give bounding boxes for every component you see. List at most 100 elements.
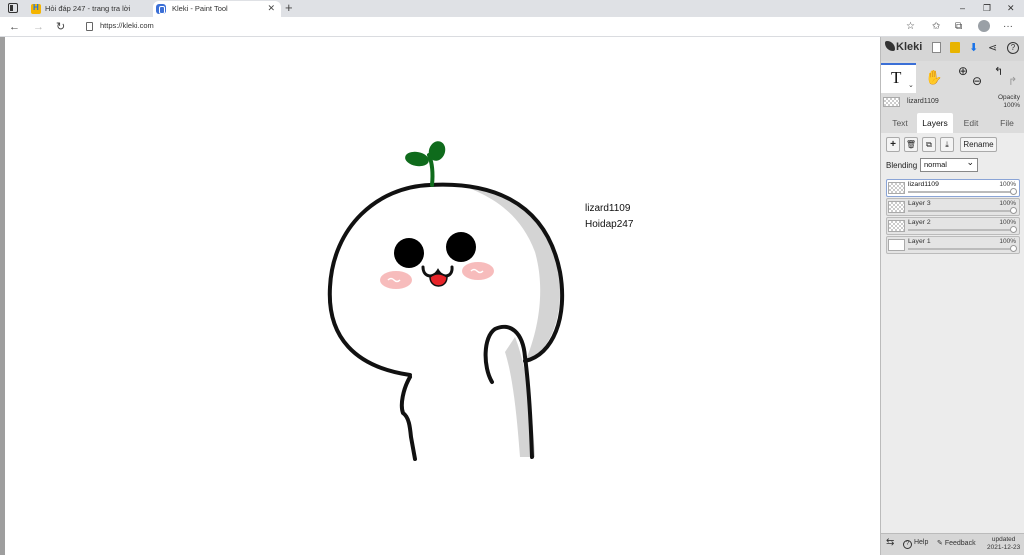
browser-tab-kleki[interactable]: Kleki - Paint Tool ✕ <box>153 1 281 17</box>
help-button[interactable]: ? Help <box>903 539 928 549</box>
back-button[interactable]: ← <box>9 19 20 35</box>
blending-select[interactable]: normal <box>920 156 978 172</box>
layer-item-layer-3[interactable]: Layer 3 100% <box>886 198 1020 216</box>
tongue <box>429 273 448 287</box>
text-tool-button[interactable]: T ⌄ <box>881 63 916 93</box>
opacity-label: Opacity <box>997 94 1020 101</box>
collections-icon[interactable]: ⧉ <box>955 20 962 34</box>
sprout-leaf-left <box>405 151 429 167</box>
tab-title: Hỏi đáp 247 - trang tra lời <box>45 4 131 13</box>
swap-side-icon[interactable]: ⇆ <box>886 537 894 548</box>
panel-header: Kleki ⬇ ⋖ ? <box>881 37 1024 61</box>
layer-thumbnail <box>888 182 905 194</box>
rename-layer-button[interactable]: Rename <box>960 137 997 152</box>
address-bar[interactable]: https://kleki.com <box>82 20 895 34</box>
layer-name: Layer 3 <box>908 200 931 207</box>
tab-text[interactable]: Text <box>885 113 915 133</box>
layers-tab-content: + 🗑 ⧉ ⤓ Rename Blending normal lizard110… <box>881 133 1024 555</box>
save-icon[interactable] <box>950 42 960 53</box>
reload-button[interactable]: ↻ <box>56 19 65 35</box>
minimize-button[interactable]: – <box>960 1 965 15</box>
layer-thumbnail <box>888 201 905 213</box>
layer-opacity-slider[interactable] <box>908 229 1014 231</box>
add-favorite-icon[interactable]: ☆ <box>906 20 915 34</box>
current-layer-name: lizard1109 <box>907 98 939 105</box>
download-icon[interactable]: ⬇ <box>969 41 978 55</box>
add-layer-button[interactable]: + <box>886 137 900 152</box>
window-menu-icon[interactable] <box>8 3 18 13</box>
layer-item-layer-2[interactable]: Layer 2 100% <box>886 217 1020 235</box>
redo-icon[interactable]: ↱ <box>1008 75 1017 88</box>
signature-line-2: Hoidap247 <box>585 219 634 230</box>
new-tab-button[interactable]: + <box>285 0 293 16</box>
feedback-icon: ✎ <box>937 540 943 547</box>
layer-opacity-knob[interactable] <box>1010 207 1017 214</box>
duplicate-layer-button[interactable]: ⧉ <box>922 137 936 152</box>
layer-opacity-knob[interactable] <box>1010 188 1017 195</box>
delete-layer-button[interactable]: 🗑 <box>904 137 918 152</box>
canvas-stage[interactable]: lizard1109 Hoidap247 <box>0 37 880 555</box>
tool-row: T ⌄ ✋ ⊕ ⊖ ↰ ↱ <box>881 61 1024 93</box>
feedback-label: Feedback <box>944 540 976 547</box>
layer-opacity-knob[interactable] <box>1010 226 1017 233</box>
new-image-icon[interactable] <box>932 42 941 53</box>
feedback-button[interactable]: ✎ Feedback <box>937 539 976 547</box>
left-blush <box>380 271 412 289</box>
tab-file[interactable]: File <box>991 113 1023 133</box>
kleki-logo-icon <box>885 41 895 51</box>
more-icon[interactable]: ··· <box>1003 20 1013 34</box>
left-arm <box>399 375 417 461</box>
merge-layer-button[interactable]: ⤓ <box>940 137 954 152</box>
profile-avatar[interactable] <box>978 20 990 32</box>
updated-label: updated <box>991 536 1016 543</box>
drawing-canvas[interactable]: lizard1109 Hoidap247 <box>5 37 880 555</box>
layer-opacity-slider[interactable] <box>908 210 1014 212</box>
hand-tool-icon[interactable]: ✋ <box>925 69 942 86</box>
tab-layers[interactable]: Layers <box>917 113 953 133</box>
layer-opacity-slider[interactable] <box>908 248 1014 250</box>
layer-opacity: 100% <box>999 238 1016 245</box>
right-eye <box>446 232 476 262</box>
address-url[interactable]: https://kleki.com <box>100 21 154 30</box>
kleki-side-panel: Kleki ⬇ ⋖ ? T ⌄ ✋ ⊕ ⊖ ↰ ↱ lizard1109 Opa… <box>880 37 1024 555</box>
close-window-button[interactable]: ✕ <box>1007 1 1015 15</box>
forward-button[interactable]: → <box>33 19 44 35</box>
tool-dropdown-chevron-icon[interactable]: ⌄ <box>908 81 914 89</box>
tab-close-icon[interactable]: ✕ <box>267 3 275 14</box>
tab-edit[interactable]: Edit <box>955 113 987 133</box>
current-layer-info: lizard1109 Opacity 100% <box>881 93 1024 113</box>
updated-info: updated 2021-12-23 <box>987 536 1020 552</box>
current-layer-thumbnail <box>883 97 900 107</box>
restore-button[interactable]: ❐ <box>983 1 991 15</box>
zoom-out-icon[interactable]: ⊖ <box>972 74 982 88</box>
zoom-in-icon[interactable]: ⊕ <box>958 64 968 78</box>
panel-footer: ⇆ ? Help ✎ Feedback updated 2021-12-23 <box>881 533 1024 555</box>
help-icon[interactable]: ? <box>1007 42 1019 54</box>
hoidap-favicon-icon <box>31 3 41 14</box>
layer-name: lizard1109 <box>908 181 939 188</box>
panel-tabs: Text Layers Edit File <box>881 113 1024 133</box>
signature-line-1: lizard1109 <box>585 203 631 214</box>
layer-name: Layer 1 <box>908 238 931 245</box>
updated-date: 2021-12-23 <box>987 544 1021 551</box>
lock-icon[interactable] <box>86 22 93 31</box>
share-icon[interactable]: ⋖ <box>988 41 997 55</box>
browser-toolbar: ← → ↻ https://kleki.com ☆ ✩ ⧉ ··· <box>0 17 1024 37</box>
kleki-logo[interactable]: Kleki <box>885 41 922 53</box>
layer-opacity-slider[interactable] <box>908 191 1014 193</box>
left-eye <box>394 238 424 268</box>
layer-opacity-knob[interactable] <box>1010 245 1017 252</box>
browser-tab-strip: Hỏi đáp 247 - trang tra lời ✕ Kleki - Pa… <box>0 0 1024 17</box>
kleki-favicon-icon <box>156 4 166 14</box>
current-layer-opacity: Opacity 100% <box>998 94 1020 110</box>
tab-title: Kleki - Paint Tool <box>172 4 228 13</box>
undo-icon[interactable]: ↰ <box>994 65 1003 78</box>
layer-thumbnail <box>888 239 905 251</box>
help-label: Help <box>913 539 929 546</box>
layer-item-lizard1109[interactable]: lizard1109 100% <box>886 179 1020 197</box>
favorites-icon[interactable]: ✩ <box>932 20 940 34</box>
logo-text: Kleki <box>896 41 923 53</box>
layer-item-layer-1[interactable]: Layer 1 100% <box>886 236 1020 254</box>
blending-label: Blending <box>886 161 918 170</box>
layer-opacity: 100% <box>999 181 1016 188</box>
